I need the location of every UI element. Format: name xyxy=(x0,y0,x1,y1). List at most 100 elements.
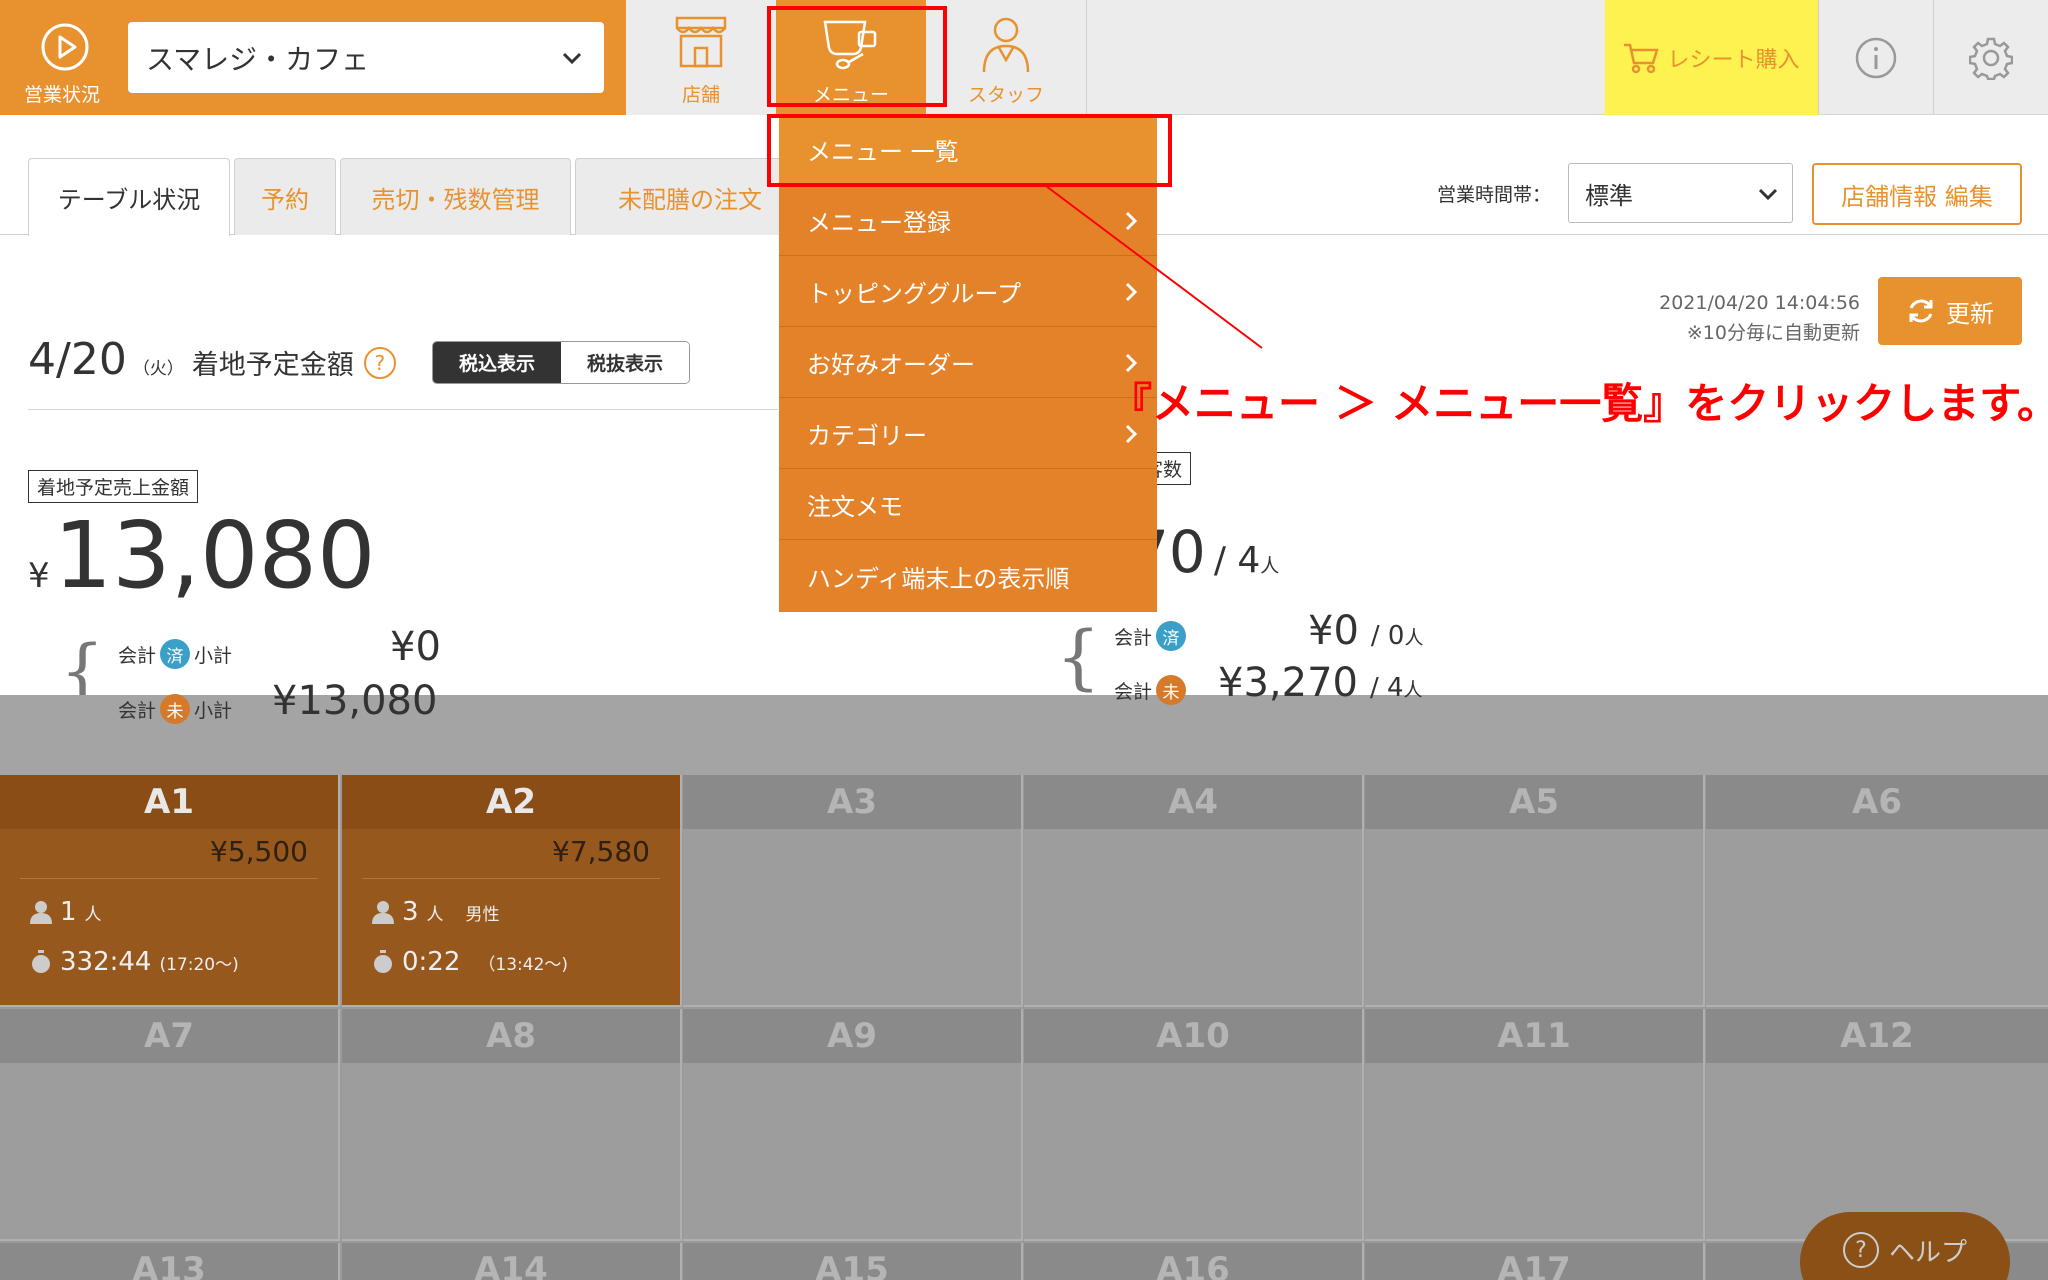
info-button[interactable] xyxy=(1818,0,1933,115)
tab-sold-out[interactable]: 売切・残数管理 xyxy=(340,158,571,235)
table-guest-unit: 人 xyxy=(426,904,444,925)
stopwatch-icon xyxy=(374,950,392,973)
menu-item-menu-register[interactable]: メニュー登録 xyxy=(779,186,1157,256)
menu-item-custom-order[interactable]: お好みオーダー xyxy=(779,328,1157,398)
table-cell-a7[interactable]: A7 xyxy=(0,1009,340,1241)
table-name: A15 xyxy=(683,1243,1021,1280)
table-name: A7 xyxy=(0,1009,338,1063)
tax-display-toggle: 税込表示 税抜表示 xyxy=(432,341,690,384)
last-updated: 2021/04/20 14:04:56 ※10分毎に自動更新 xyxy=(1659,288,1860,348)
unpaid-prefix: 会計 xyxy=(1114,680,1153,703)
table-cell-a16[interactable]: A16 xyxy=(1024,1243,1364,1280)
table-cell-a12[interactable]: A12 xyxy=(1706,1009,2048,1241)
tab-undelivered-orders[interactable]: 未配膳の注文 xyxy=(575,158,805,235)
tax-included-button[interactable]: 税込表示 xyxy=(433,342,561,383)
table-cell-a3[interactable]: A3 xyxy=(683,775,1023,1007)
refresh-button[interactable]: 更新 xyxy=(1878,277,2022,345)
paid-prefix: 会計 xyxy=(1114,626,1153,649)
nav-staff-button[interactable]: スタッフ xyxy=(926,0,1086,115)
menu-item-topping-group[interactable]: トッピンググループ xyxy=(779,257,1157,327)
table-cell-a5[interactable]: A5 xyxy=(1365,775,1705,1007)
refresh-label: 更新 xyxy=(1946,299,1994,328)
sales-total-value: 13,080 xyxy=(53,502,376,609)
table-cell-a15[interactable]: A15 xyxy=(683,1243,1023,1280)
table-name: A8 xyxy=(342,1009,680,1063)
table-name: A1 xyxy=(0,775,338,829)
nav-menu-button[interactable]: メニュー xyxy=(776,0,926,115)
sales-label: 着地予定売上金額 xyxy=(28,470,199,503)
table-cell-a13[interactable]: A13 xyxy=(0,1243,340,1280)
table-start-time: (17:20〜) xyxy=(159,954,239,975)
table-guests: 3人 男性 xyxy=(372,897,500,927)
menu-item-category[interactable]: カテゴリー xyxy=(779,399,1157,469)
menu-item-handy-order[interactable]: ハンディ端末上の表示順 xyxy=(779,541,1157,611)
table-cell-a6[interactable]: A6 xyxy=(1706,775,2048,1007)
menu-item-menu-list[interactable]: メニュー 一覧 xyxy=(779,115,1157,185)
tab-table-status[interactable]: テーブル状況 xyxy=(28,158,230,236)
menu-item-label: お好みオーダー xyxy=(807,351,975,379)
table-name: A6 xyxy=(1706,775,2048,829)
table-cell-a9[interactable]: A9 xyxy=(683,1009,1023,1241)
menu-dropdown: メニュー 一覧 メニュー登録 トッピンググループ お好みオーダー カテゴリー 注… xyxy=(779,115,1157,612)
table-cell-a8[interactable]: A8 xyxy=(342,1009,682,1241)
paid-badge: 済 xyxy=(1156,621,1187,651)
table-name: A2 xyxy=(342,775,680,829)
sales-total: ¥ 13,080 xyxy=(28,510,376,602)
table-cell-a1[interactable]: A1 ¥5,500 1人 332:44 (17:20〜) xyxy=(0,775,340,1007)
menu-item-label: 注文メモ xyxy=(807,493,903,521)
business-hours-select[interactable]: 標準 xyxy=(1568,163,1793,223)
menu-item-label: カテゴリー xyxy=(807,422,927,450)
divider xyxy=(20,878,318,879)
chevron-down-icon xyxy=(1758,188,1778,201)
menu-item-label: メニュー登録 xyxy=(807,209,951,237)
unpaid-prefix: 会計 xyxy=(118,699,157,722)
guests-unpaid-values: ¥3,270 / 4 人 xyxy=(1218,660,1423,706)
table-cell-a2[interactable]: A2 ¥7,580 3人 男性 0:22 （13:42〜) xyxy=(342,775,682,1007)
table-cell-a10[interactable]: A10 xyxy=(1024,1009,1364,1241)
tax-excluded-button[interactable]: 税抜表示 xyxy=(561,342,689,383)
gear-icon xyxy=(1969,37,2013,80)
person-icon xyxy=(372,901,394,924)
business-status-button[interactable]: 営業状況 xyxy=(0,0,124,115)
nav-menu-label: メニュー xyxy=(812,84,889,106)
settings-button[interactable] xyxy=(1933,0,2048,115)
last-updated-datetime: 2021/04/20 14:04:56 xyxy=(1659,292,1860,314)
receipt-purchase-button[interactable]: レシート購入 xyxy=(1605,0,1818,115)
help-button[interactable]: ? ヘルプ xyxy=(1800,1212,2010,1280)
table-elapsed: 332:44 (17:20〜) xyxy=(30,947,239,977)
tab-reservation[interactable]: 予約 xyxy=(234,158,336,235)
table-cell-a11[interactable]: A11 xyxy=(1365,1009,1705,1241)
guests-paid-row: 会計 済 xyxy=(1114,621,1190,651)
question-icon[interactable]: ? xyxy=(363,347,396,379)
table-start-time: （13:42〜) xyxy=(478,954,569,975)
nav-store-button[interactable]: 店舗 xyxy=(626,0,776,115)
auto-update-note: ※10分毎に自動更新 xyxy=(1686,322,1860,344)
edit-store-info-button[interactable]: 店舗情報 編集 xyxy=(1812,163,2022,225)
guests-unit: 人 xyxy=(1404,627,1424,649)
guests-unpaid-count: / 4 xyxy=(1369,673,1404,703)
paid-prefix: 会計 xyxy=(118,644,157,667)
summary-weekday: （火） xyxy=(132,359,184,379)
table-cell-a4[interactable]: A4 xyxy=(1024,775,1364,1007)
summary-heading: 4/20 （火） 着地予定金額 ? xyxy=(28,334,396,385)
guests-unit: 人 xyxy=(1403,679,1423,701)
summary-date: 4/20 xyxy=(28,334,127,385)
question-icon: ? xyxy=(1842,1232,1879,1268)
unpaid-suffix: 小計 xyxy=(194,699,233,722)
store-select-value: スマレジ・カフェ xyxy=(146,42,370,76)
table-gender: 男性 xyxy=(465,904,500,925)
nav-store-label: 店舗 xyxy=(681,84,720,106)
table-cell-a17[interactable]: A17 xyxy=(1365,1243,1705,1280)
menu-item-order-memo[interactable]: 注文メモ xyxy=(779,470,1157,540)
staff-icon xyxy=(982,17,1030,73)
unpaid-badge: 未 xyxy=(1156,675,1187,705)
help-label: ヘルプ xyxy=(1888,1238,1967,1268)
table-name: A9 xyxy=(683,1009,1021,1063)
table-cell-a14[interactable]: A14 xyxy=(342,1243,682,1280)
business-status-label: 営業状況 xyxy=(23,84,100,106)
divider xyxy=(28,409,778,410)
app-header: 営業状況 スマレジ・カフェ 店舗 メニュー スタッフ レシート購入 xyxy=(0,0,2048,115)
storefront-icon xyxy=(675,16,727,68)
info-icon xyxy=(1855,37,1897,78)
store-select[interactable]: スマレジ・カフェ xyxy=(128,22,604,93)
